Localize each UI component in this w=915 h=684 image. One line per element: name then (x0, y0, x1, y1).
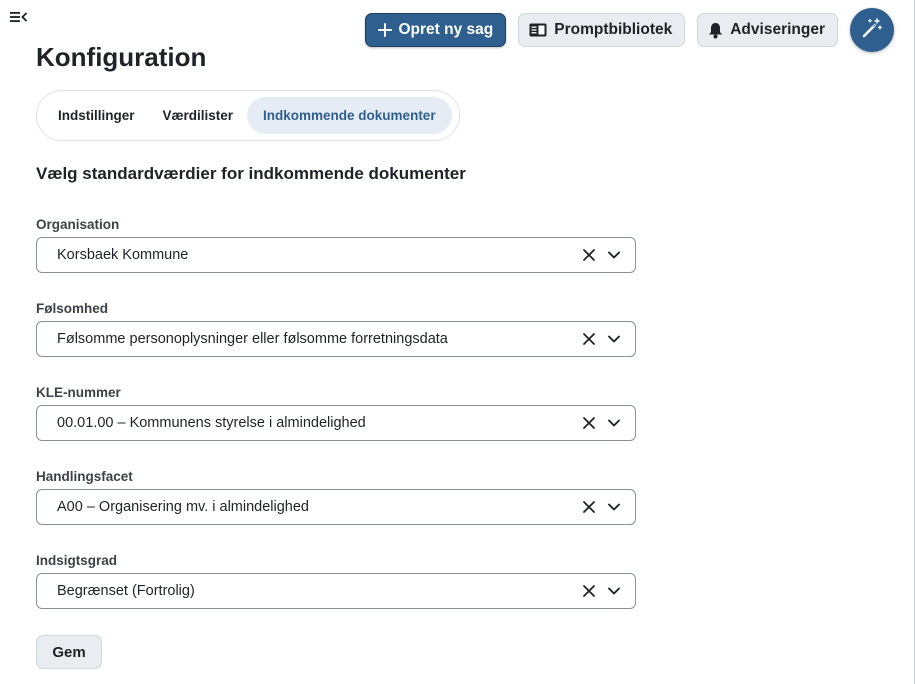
menu-collapse-icon[interactable] (10, 9, 28, 25)
chevron-down-icon[interactable] (607, 416, 621, 430)
clear-icon[interactable] (581, 415, 597, 431)
new-case-button[interactable]: Opret ny sag (364, 13, 507, 47)
field-label: Indsigtsgrad (36, 553, 118, 568)
top-toolbar: Opret ny sag Promptbibliotek Adviseringe… (364, 8, 894, 52)
select-value: Begrænset (Fortrolig) (57, 583, 195, 599)
chevron-down-icon[interactable] (607, 248, 621, 262)
chevron-down-icon[interactable] (607, 332, 621, 346)
ai-assistant-button[interactable] (850, 8, 894, 52)
notifications-button[interactable]: Adviseringer (697, 13, 838, 47)
save-button[interactable]: Gem (36, 635, 102, 669)
select-value: A00 – Organisering mv. i almindelighed (57, 499, 310, 515)
sensitivity-select[interactable]: Følsomme personoplysninger eller følsomm… (36, 321, 636, 357)
access-level-field: Indsigtsgrad Begrænset (Fortrolig) (36, 553, 636, 609)
notifications-label: Adviseringer (730, 21, 825, 38)
book-icon (529, 23, 547, 37)
field-label: Handlingsfacet (36, 469, 133, 484)
plus-icon (377, 23, 392, 37)
prompt-library-label: Promptbibliotek (554, 21, 673, 38)
prompt-library-button[interactable]: Promptbibliotek (518, 13, 686, 47)
access-level-select[interactable]: Begrænset (Fortrolig) (36, 573, 636, 609)
kle-number-field: KLE-nummer 00.01.00 – Kommunens styrelse… (36, 385, 636, 441)
page-title: Konfiguration (36, 42, 207, 72)
kle-number-select[interactable]: 00.01.00 – Kommunens styrelse i almindel… (36, 405, 636, 441)
organisation-field: Organisation Korsbaek Kommune (36, 217, 636, 273)
clear-icon[interactable] (581, 499, 597, 515)
chevron-down-icon[interactable] (607, 500, 621, 514)
bell-icon (708, 22, 723, 39)
field-label: Følsomhed (36, 301, 109, 316)
new-case-label: Opret ny sag (398, 21, 494, 38)
tab-incoming-documents[interactable]: Indkommende dokumenter (247, 97, 452, 134)
tab-settings[interactable]: Indstillinger (44, 97, 149, 134)
action-facet-select[interactable]: A00 – Organisering mv. i almindelighed (36, 489, 636, 525)
action-facet-field: Handlingsfacet A00 – Organisering mv. i … (36, 469, 636, 525)
magic-wand-icon (861, 17, 883, 44)
chevron-down-icon[interactable] (607, 584, 621, 598)
select-value: Korsbaek Kommune (57, 247, 189, 263)
clear-icon[interactable] (581, 331, 597, 347)
organisation-select[interactable]: Korsbaek Kommune (36, 237, 636, 273)
clear-icon[interactable] (581, 583, 597, 599)
sensitivity-field: Følsomhed Følsomme personoplysninger ell… (36, 301, 636, 357)
clear-icon[interactable] (581, 247, 597, 263)
select-value: 00.01.00 – Kommunens styrelse i almindel… (57, 415, 366, 431)
tab-value-lists[interactable]: Værdilister (149, 97, 248, 134)
field-label: Organisation (36, 217, 120, 232)
section-heading: Vælg standardværdier for indkommende dok… (36, 164, 466, 183)
field-label: KLE-nummer (36, 385, 121, 400)
tab-bar: Indstillinger Værdilister Indkommende do… (36, 90, 460, 141)
select-value: Følsomme personoplysninger eller følsomm… (57, 331, 448, 347)
